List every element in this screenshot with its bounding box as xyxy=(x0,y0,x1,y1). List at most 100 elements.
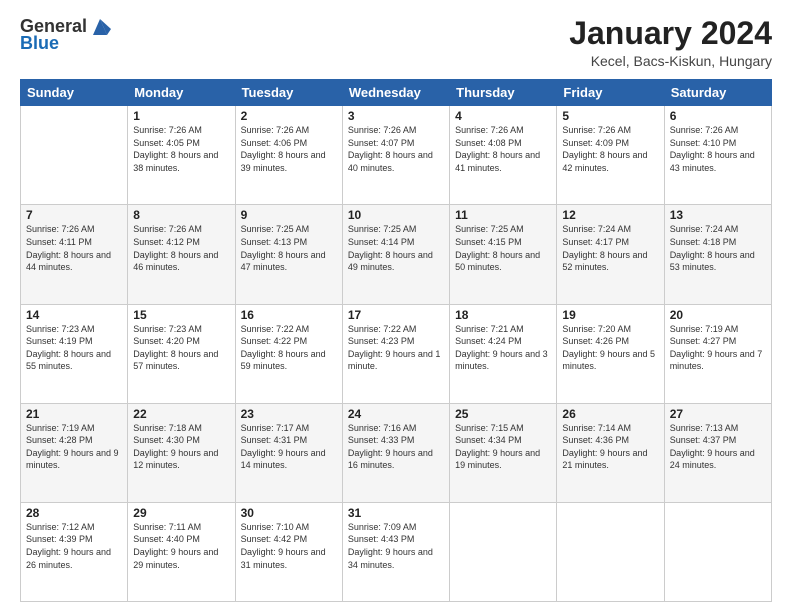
table-row: 26Sunrise: 7:14 AMSunset: 4:36 PMDayligh… xyxy=(557,403,664,502)
col-thursday: Thursday xyxy=(450,80,557,106)
cell-info: Sunrise: 7:11 AMSunset: 4:40 PMDaylight:… xyxy=(133,521,229,571)
logo-blue: Blue xyxy=(20,33,59,54)
cell-info: Sunrise: 7:24 AMSunset: 4:17 PMDaylight:… xyxy=(562,223,658,273)
location: Kecel, Bacs-Kiskun, Hungary xyxy=(569,53,772,69)
cell-info: Sunrise: 7:23 AMSunset: 4:19 PMDaylight:… xyxy=(26,323,122,373)
table-row: 2Sunrise: 7:26 AMSunset: 4:06 PMDaylight… xyxy=(235,106,342,205)
table-row xyxy=(21,106,128,205)
day-number: 21 xyxy=(26,407,122,421)
cell-info: Sunrise: 7:26 AMSunset: 4:09 PMDaylight:… xyxy=(562,124,658,174)
cell-info: Sunrise: 7:16 AMSunset: 4:33 PMDaylight:… xyxy=(348,422,444,472)
day-number: 17 xyxy=(348,308,444,322)
day-number: 6 xyxy=(670,109,766,123)
col-wednesday: Wednesday xyxy=(342,80,449,106)
table-row: 22Sunrise: 7:18 AMSunset: 4:30 PMDayligh… xyxy=(128,403,235,502)
cell-info: Sunrise: 7:09 AMSunset: 4:43 PMDaylight:… xyxy=(348,521,444,571)
page: General Blue January 2024 Kecel, Bacs-Ki… xyxy=(0,0,792,612)
day-number: 10 xyxy=(348,208,444,222)
month-title: January 2024 xyxy=(569,16,772,51)
table-row: 13Sunrise: 7:24 AMSunset: 4:18 PMDayligh… xyxy=(664,205,771,304)
calendar: Sunday Monday Tuesday Wednesday Thursday… xyxy=(20,79,772,602)
table-row: 6Sunrise: 7:26 AMSunset: 4:10 PMDaylight… xyxy=(664,106,771,205)
day-number: 22 xyxy=(133,407,229,421)
cell-info: Sunrise: 7:10 AMSunset: 4:42 PMDaylight:… xyxy=(241,521,337,571)
table-row: 28Sunrise: 7:12 AMSunset: 4:39 PMDayligh… xyxy=(21,502,128,601)
table-row: 21Sunrise: 7:19 AMSunset: 4:28 PMDayligh… xyxy=(21,403,128,502)
cell-info: Sunrise: 7:26 AMSunset: 4:08 PMDaylight:… xyxy=(455,124,551,174)
day-number: 8 xyxy=(133,208,229,222)
cell-info: Sunrise: 7:25 AMSunset: 4:14 PMDaylight:… xyxy=(348,223,444,273)
table-row: 11Sunrise: 7:25 AMSunset: 4:15 PMDayligh… xyxy=(450,205,557,304)
table-row: 14Sunrise: 7:23 AMSunset: 4:19 PMDayligh… xyxy=(21,304,128,403)
table-row: 17Sunrise: 7:22 AMSunset: 4:23 PMDayligh… xyxy=(342,304,449,403)
table-row xyxy=(450,502,557,601)
cell-info: Sunrise: 7:22 AMSunset: 4:23 PMDaylight:… xyxy=(348,323,444,373)
cell-info: Sunrise: 7:15 AMSunset: 4:34 PMDaylight:… xyxy=(455,422,551,472)
table-row: 30Sunrise: 7:10 AMSunset: 4:42 PMDayligh… xyxy=(235,502,342,601)
table-row: 7Sunrise: 7:26 AMSunset: 4:11 PMDaylight… xyxy=(21,205,128,304)
cell-info: Sunrise: 7:22 AMSunset: 4:22 PMDaylight:… xyxy=(241,323,337,373)
day-number: 9 xyxy=(241,208,337,222)
day-number: 31 xyxy=(348,506,444,520)
day-number: 14 xyxy=(26,308,122,322)
day-number: 26 xyxy=(562,407,658,421)
table-row: 8Sunrise: 7:26 AMSunset: 4:12 PMDaylight… xyxy=(128,205,235,304)
cell-info: Sunrise: 7:26 AMSunset: 4:07 PMDaylight:… xyxy=(348,124,444,174)
table-row xyxy=(557,502,664,601)
table-row: 31Sunrise: 7:09 AMSunset: 4:43 PMDayligh… xyxy=(342,502,449,601)
day-number: 20 xyxy=(670,308,766,322)
cell-info: Sunrise: 7:25 AMSunset: 4:13 PMDaylight:… xyxy=(241,223,337,273)
day-number: 5 xyxy=(562,109,658,123)
table-row: 16Sunrise: 7:22 AMSunset: 4:22 PMDayligh… xyxy=(235,304,342,403)
cell-info: Sunrise: 7:26 AMSunset: 4:11 PMDaylight:… xyxy=(26,223,122,273)
header-right: January 2024 Kecel, Bacs-Kiskun, Hungary xyxy=(569,16,772,69)
day-number: 15 xyxy=(133,308,229,322)
table-row: 10Sunrise: 7:25 AMSunset: 4:14 PMDayligh… xyxy=(342,205,449,304)
logo: General Blue xyxy=(20,16,111,54)
cell-info: Sunrise: 7:21 AMSunset: 4:24 PMDaylight:… xyxy=(455,323,551,373)
day-number: 24 xyxy=(348,407,444,421)
col-sunday: Sunday xyxy=(21,80,128,106)
day-number: 7 xyxy=(26,208,122,222)
cell-info: Sunrise: 7:19 AMSunset: 4:27 PMDaylight:… xyxy=(670,323,766,373)
day-number: 2 xyxy=(241,109,337,123)
day-number: 30 xyxy=(241,506,337,520)
day-number: 3 xyxy=(348,109,444,123)
cell-info: Sunrise: 7:19 AMSunset: 4:28 PMDaylight:… xyxy=(26,422,122,472)
table-row: 24Sunrise: 7:16 AMSunset: 4:33 PMDayligh… xyxy=(342,403,449,502)
day-number: 16 xyxy=(241,308,337,322)
logo-icon xyxy=(89,17,111,37)
table-row: 25Sunrise: 7:15 AMSunset: 4:34 PMDayligh… xyxy=(450,403,557,502)
table-row: 4Sunrise: 7:26 AMSunset: 4:08 PMDaylight… xyxy=(450,106,557,205)
cell-info: Sunrise: 7:26 AMSunset: 4:12 PMDaylight:… xyxy=(133,223,229,273)
day-number: 19 xyxy=(562,308,658,322)
cell-info: Sunrise: 7:18 AMSunset: 4:30 PMDaylight:… xyxy=(133,422,229,472)
col-monday: Monday xyxy=(128,80,235,106)
day-number: 1 xyxy=(133,109,229,123)
table-row: 27Sunrise: 7:13 AMSunset: 4:37 PMDayligh… xyxy=(664,403,771,502)
cell-info: Sunrise: 7:17 AMSunset: 4:31 PMDaylight:… xyxy=(241,422,337,472)
col-saturday: Saturday xyxy=(664,80,771,106)
cell-info: Sunrise: 7:20 AMSunset: 4:26 PMDaylight:… xyxy=(562,323,658,373)
cell-info: Sunrise: 7:26 AMSunset: 4:06 PMDaylight:… xyxy=(241,124,337,174)
calendar-week-row: 14Sunrise: 7:23 AMSunset: 4:19 PMDayligh… xyxy=(21,304,772,403)
day-number: 11 xyxy=(455,208,551,222)
col-friday: Friday xyxy=(557,80,664,106)
cell-info: Sunrise: 7:26 AMSunset: 4:05 PMDaylight:… xyxy=(133,124,229,174)
table-row: 12Sunrise: 7:24 AMSunset: 4:17 PMDayligh… xyxy=(557,205,664,304)
calendar-header-row: Sunday Monday Tuesday Wednesday Thursday… xyxy=(21,80,772,106)
day-number: 27 xyxy=(670,407,766,421)
table-row: 15Sunrise: 7:23 AMSunset: 4:20 PMDayligh… xyxy=(128,304,235,403)
col-tuesday: Tuesday xyxy=(235,80,342,106)
calendar-week-row: 1Sunrise: 7:26 AMSunset: 4:05 PMDaylight… xyxy=(21,106,772,205)
cell-info: Sunrise: 7:23 AMSunset: 4:20 PMDaylight:… xyxy=(133,323,229,373)
cell-info: Sunrise: 7:24 AMSunset: 4:18 PMDaylight:… xyxy=(670,223,766,273)
day-number: 28 xyxy=(26,506,122,520)
table-row: 3Sunrise: 7:26 AMSunset: 4:07 PMDaylight… xyxy=(342,106,449,205)
calendar-week-row: 21Sunrise: 7:19 AMSunset: 4:28 PMDayligh… xyxy=(21,403,772,502)
table-row: 1Sunrise: 7:26 AMSunset: 4:05 PMDaylight… xyxy=(128,106,235,205)
table-row: 23Sunrise: 7:17 AMSunset: 4:31 PMDayligh… xyxy=(235,403,342,502)
cell-info: Sunrise: 7:25 AMSunset: 4:15 PMDaylight:… xyxy=(455,223,551,273)
cell-info: Sunrise: 7:26 AMSunset: 4:10 PMDaylight:… xyxy=(670,124,766,174)
table-row: 5Sunrise: 7:26 AMSunset: 4:09 PMDaylight… xyxy=(557,106,664,205)
